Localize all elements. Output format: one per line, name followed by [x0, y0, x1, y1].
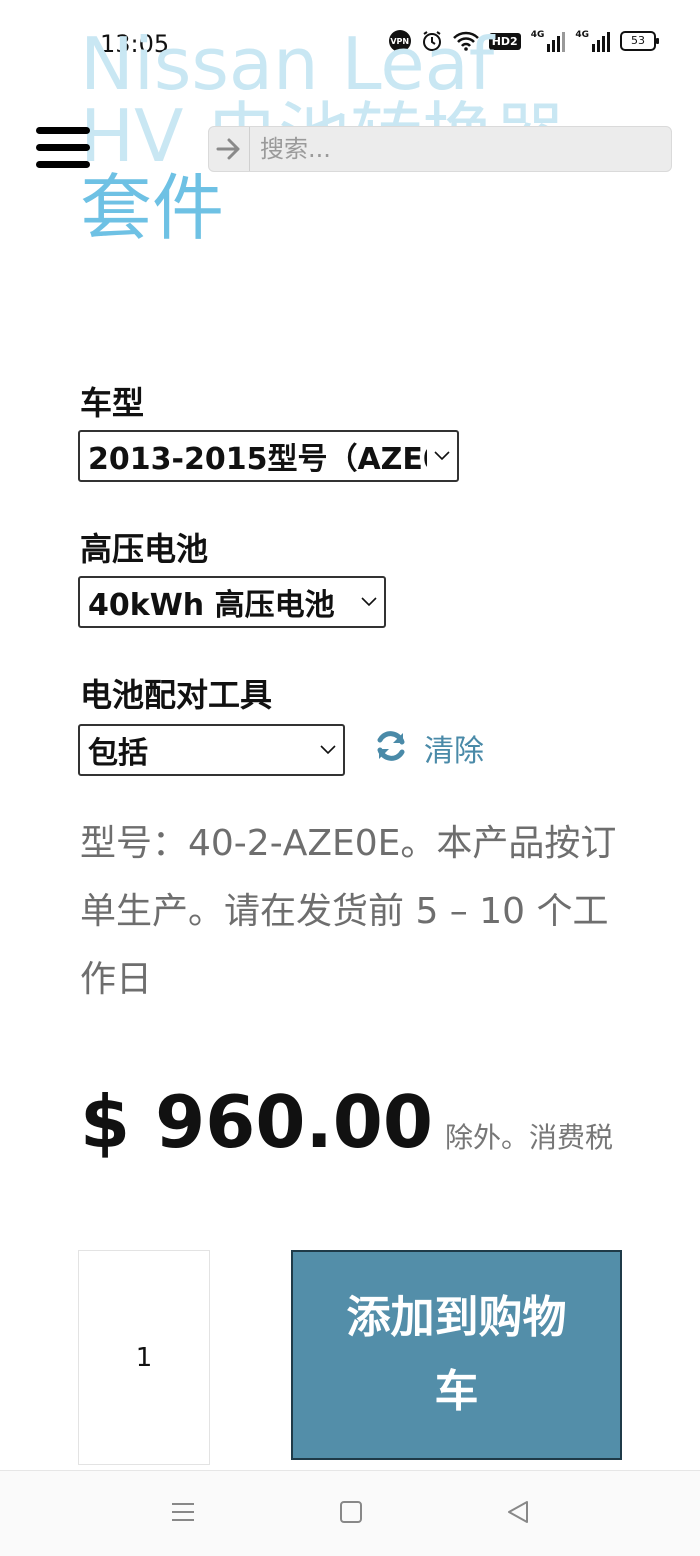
chevron-down-icon: [354, 597, 384, 607]
battery-label: 高压电池: [80, 530, 209, 568]
clear-button[interactable]: 清除: [374, 726, 484, 770]
navigation-bar: [0, 1470, 700, 1556]
price-row: $ 960.00 除外。消费税: [80, 1080, 613, 1164]
pairing-tool-select[interactable]: 包括: [78, 724, 345, 776]
pairing-tool-select-value: 包括: [88, 736, 148, 771]
model-select[interactable]: 2013-2015型号（AZE0）: [78, 430, 459, 482]
menu-lines-icon[interactable]: [168, 1497, 198, 1527]
arrow-right-icon[interactable]: [209, 138, 249, 160]
add-to-cart-button[interactable]: 添加到购物车: [291, 1250, 622, 1460]
refresh-icon: [374, 729, 408, 767]
product-description: 型号：40-2-AZE0E。本产品按订单生产。请在发货前 5 – 10 个工作日: [80, 823, 617, 1000]
search-input[interactable]: [249, 127, 671, 171]
hamburger-menu-icon[interactable]: [36, 127, 90, 169]
battery-select-value: 40kWh 高压电池: [88, 588, 335, 623]
product-title-line3: 套件: [80, 166, 225, 250]
quantity-input[interactable]: 1: [78, 1250, 210, 1465]
model-select-value: 2013-2015型号（AZE0）: [88, 442, 427, 477]
model-label: 车型: [80, 384, 145, 422]
clear-button-label: 清除: [424, 734, 484, 769]
price: $ 960.00: [80, 1080, 434, 1164]
home-square-icon[interactable]: [336, 1497, 366, 1527]
search-bar: [208, 126, 672, 172]
battery-select[interactable]: 40kWh 高压电池: [78, 576, 386, 628]
price-suffix: 除外。消费税: [445, 1121, 614, 1154]
chevron-down-icon: [313, 745, 343, 755]
chevron-down-icon: [427, 451, 457, 461]
back-triangle-icon[interactable]: [503, 1497, 533, 1527]
pairing-tool-label: 电池配对工具: [80, 676, 273, 714]
